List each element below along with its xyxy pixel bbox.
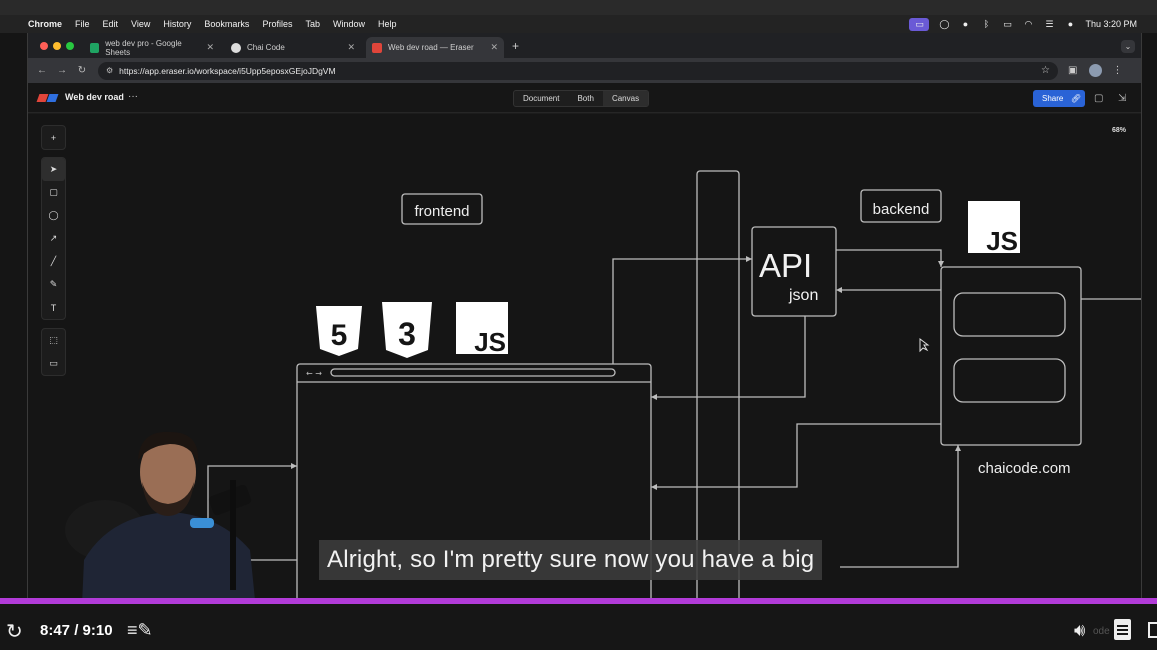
transcript-icon[interactable] <box>1114 619 1131 640</box>
playback-time: 8:47 / 9:10 <box>40 622 113 639</box>
arrowhead <box>746 256 752 262</box>
fullscreen-icon[interactable] <box>1148 622 1157 638</box>
json-label[interactable]: json <box>788 287 818 304</box>
arrowhead <box>291 463 297 469</box>
arrowhead <box>651 394 657 400</box>
js-badge-text: JS <box>474 327 506 357</box>
backend-label[interactable]: backend <box>873 201 930 218</box>
javascript-icon[interactable]: JS <box>456 302 508 357</box>
notes-icon[interactable]: ≡✎ <box>127 620 153 641</box>
css3-icon[interactable]: 3 <box>382 302 432 358</box>
arrowhead <box>836 287 842 293</box>
js-backend-badge-text: JS <box>986 226 1018 256</box>
volume-icon[interactable]: 🔊︎ <box>1074 620 1085 641</box>
connector-server-to-browser <box>651 423 941 488</box>
watermark-text: ode <box>1093 626 1110 637</box>
frontend-label[interactable]: frontend <box>414 203 469 220</box>
video-subtitle: Alright, so I'm pretty sure now you have… <box>319 540 823 580</box>
server-slot-2[interactable] <box>953 358 1066 403</box>
html5-badge-text: 5 <box>331 319 348 352</box>
mouse-cursor-icon <box>919 338 930 353</box>
arrowhead <box>938 261 944 267</box>
server-slot-1[interactable] <box>953 292 1066 337</box>
arrowhead <box>651 484 657 490</box>
connector-browser-to-api <box>612 258 752 364</box>
video-player-controls: ↻ 8:47 / 9:10 ≡✎ 🔊︎ ode <box>0 604 1157 650</box>
css3-badge-text: 3 <box>398 316 416 352</box>
domain-label[interactable]: chaicode.com <box>978 460 1071 477</box>
api-label[interactable]: API <box>759 247 812 284</box>
arrowhead <box>955 445 961 451</box>
connector-domain-line <box>840 445 959 568</box>
html5-icon[interactable]: 5 <box>316 306 362 356</box>
replay-icon[interactable]: ↻ <box>6 619 23 644</box>
browser-sketch-nav-icon: ← → <box>306 369 322 378</box>
connector-api-to-browser <box>651 316 806 398</box>
browser-sketch-urlbar <box>330 368 616 377</box>
connector-api-to-server <box>836 249 942 267</box>
javascript-backend-icon[interactable]: JS <box>968 201 1020 256</box>
